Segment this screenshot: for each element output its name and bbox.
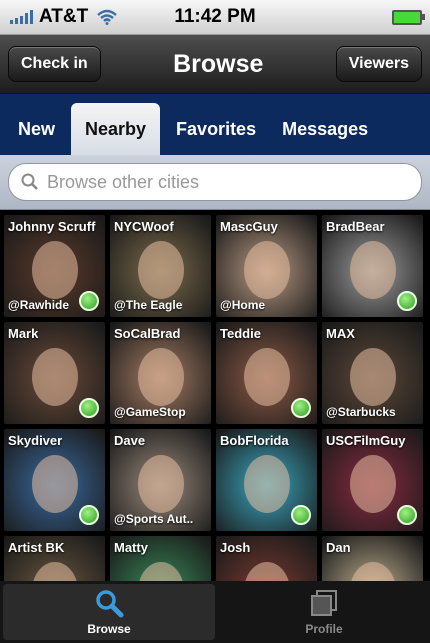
- tabbar-browse-label: Browse: [87, 622, 131, 636]
- profile-name: BobFlorida: [220, 433, 289, 448]
- profile-photo: [244, 455, 290, 513]
- profile-name: Mark: [8, 326, 39, 341]
- nav-header: Check in Browse Viewers: [0, 35, 430, 94]
- signal-icon: [10, 10, 33, 24]
- bottom-tab-bar: Browse Profile: [0, 581, 430, 643]
- profile-tile[interactable]: MascGuy @Home: [216, 215, 317, 317]
- profile-tile[interactable]: Mark: [4, 322, 105, 424]
- online-status-icon: [397, 291, 417, 311]
- profile-name: SoCalBrad: [114, 326, 181, 341]
- profile-tile[interactable]: Josh: [216, 536, 317, 587]
- status-bar: AT&T 11:42 PM: [0, 0, 430, 35]
- online-status-icon: [79, 291, 99, 311]
- profile-photo: [244, 348, 290, 406]
- profile-location: @GameStop: [114, 405, 186, 419]
- profile-icon: [311, 590, 337, 616]
- online-status-icon: [397, 505, 417, 525]
- tab-nearby[interactable]: Nearby: [71, 103, 161, 155]
- tab-messages[interactable]: Messages: [272, 103, 378, 155]
- profile-name: BradBear: [326, 219, 385, 234]
- profile-name: MAX: [326, 326, 355, 341]
- profile-photo: [32, 455, 78, 513]
- profile-tile[interactable]: Artist BK: [4, 536, 105, 587]
- profile-photo: [244, 241, 290, 299]
- profile-tile[interactable]: Skydiver: [4, 429, 105, 531]
- profile-location: @Sports Aut...: [114, 512, 194, 526]
- wifi-icon: [97, 9, 118, 25]
- profile-tile[interactable]: Teddie: [216, 322, 317, 424]
- page-title: Browse: [173, 49, 264, 78]
- profile-name: Artist BK: [8, 540, 65, 555]
- screen: AT&T 11:42 PM Check in Browse Viewers Ne…: [0, 0, 430, 643]
- profile-tile[interactable]: Johnny Scruff @Rawhide: [4, 215, 105, 317]
- profile-tile[interactable]: Matty: [110, 536, 211, 587]
- profile-photo: [32, 348, 78, 406]
- tab-new[interactable]: New: [8, 103, 65, 155]
- tabbar-profile[interactable]: Profile: [218, 581, 430, 643]
- profile-name: Josh: [220, 540, 251, 555]
- profile-name: USCFilmGuy: [326, 433, 406, 448]
- online-status-icon: [79, 505, 99, 525]
- profile-tile[interactable]: Dave @Sports Aut...: [110, 429, 211, 531]
- tabbar-browse[interactable]: Browse: [3, 584, 215, 640]
- search-placeholder: Browse other cities: [47, 171, 200, 192]
- profile-tile[interactable]: BradBear: [322, 215, 423, 317]
- profile-name: Dan: [326, 540, 351, 555]
- online-status-icon: [79, 398, 99, 418]
- profile-tile[interactable]: Dan: [322, 536, 423, 587]
- online-status-icon: [291, 505, 311, 525]
- profile-grid: Johnny Scruff @Rawhide NYCWoof @The Eagle Ma…: [0, 210, 430, 587]
- profile-name: Matty: [114, 540, 148, 555]
- profile-location: @The Eagle: [114, 298, 183, 312]
- search-bar: Browse other cities: [0, 155, 430, 210]
- profile-name: Johnny Scruff: [8, 219, 96, 234]
- profile-photo: [32, 241, 78, 299]
- battery-icon: [392, 10, 425, 25]
- profile-location: @Starbucks: [326, 405, 396, 419]
- profile-tile[interactable]: USCFilmGuy: [322, 429, 423, 531]
- search-icon: [96, 590, 124, 618]
- profile-photo: [350, 241, 396, 299]
- search-input[interactable]: Browse other cities: [8, 163, 422, 201]
- profile-photo: [138, 455, 184, 513]
- profile-photo: [350, 348, 396, 406]
- segment-tabs: New Nearby Favorites Messages: [0, 94, 430, 155]
- tabbar-profile-label: Profile: [305, 622, 343, 636]
- viewers-button[interactable]: Viewers: [335, 46, 422, 82]
- profile-tile[interactable]: BobFlorida: [216, 429, 317, 531]
- profile-name: NYCWoof: [114, 219, 174, 234]
- check-in-button[interactable]: Check in: [8, 46, 101, 82]
- profile-name: Teddie: [220, 326, 261, 341]
- profile-location: @Rawhide: [8, 298, 70, 312]
- online-status-icon: [291, 398, 311, 418]
- profile-location: @Home: [220, 298, 266, 312]
- profile-name: Dave: [114, 433, 146, 448]
- profile-name: Skydiver: [8, 433, 63, 448]
- profile-photo: [138, 241, 184, 299]
- profile-tile[interactable]: NYCWoof @The Eagle: [110, 215, 211, 317]
- profile-name: MascGuy: [220, 219, 278, 234]
- profile-photo: [350, 455, 396, 513]
- profile-tile[interactable]: MAX @Starbucks: [322, 322, 423, 424]
- tab-favorites[interactable]: Favorites: [166, 103, 266, 155]
- profile-photo: [138, 348, 184, 406]
- search-icon: [21, 173, 38, 190]
- profile-tile[interactable]: SoCalBrad @GameStop: [110, 322, 211, 424]
- carrier-label: AT&T: [39, 6, 89, 27]
